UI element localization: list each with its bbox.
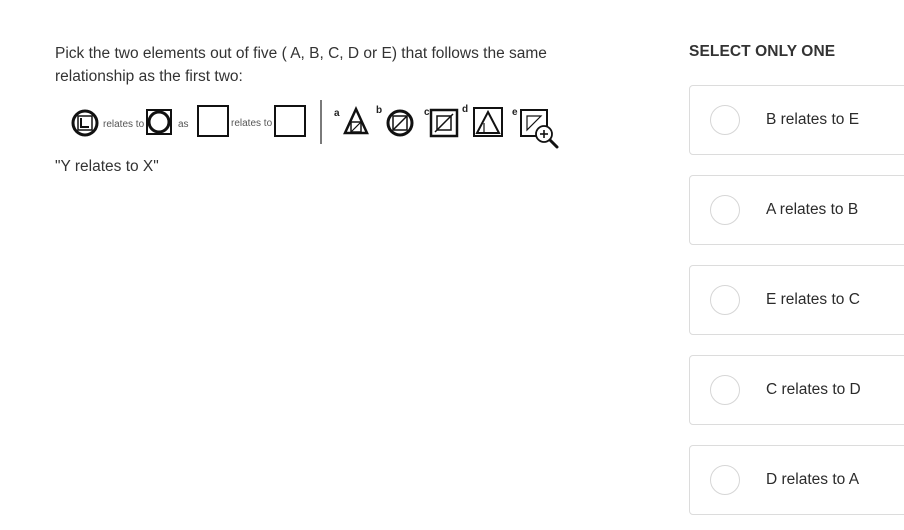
radio-button[interactable] <box>710 285 740 315</box>
relates-to-label-2: relates to <box>231 118 273 129</box>
option-b-relates-to-e[interactable]: B relates to E <box>689 85 904 155</box>
figure-letter-c: c <box>424 107 430 118</box>
question-figure: relates to as relates to a b c d e <box>68 98 563 150</box>
option-a-shape <box>343 105 369 135</box>
option-d-relates-to-a[interactable]: D relates to A <box>689 445 904 515</box>
figure-letter-e: e <box>512 107 518 118</box>
option-e-relates-to-c[interactable]: E relates to C <box>689 265 904 335</box>
option-label: D relates to A <box>766 471 860 488</box>
radio-button[interactable] <box>710 465 740 495</box>
as-label: as <box>178 119 189 130</box>
figure-letter-b: b <box>376 105 382 116</box>
option-label: B relates to E <box>766 111 860 128</box>
option-c-relates-to-d[interactable]: C relates to D <box>689 355 904 425</box>
option-a-relates-to-b[interactable]: A relates to B <box>689 175 904 245</box>
option-d-shape <box>473 107 503 137</box>
option-label: C relates to D <box>766 381 861 398</box>
empty-square-2 <box>274 105 306 137</box>
zoom-in-icon[interactable] <box>535 125 559 149</box>
option-c-shape <box>429 108 459 138</box>
panel-title: SELECT ONLY ONE <box>689 43 836 60</box>
radio-button[interactable] <box>710 375 740 405</box>
relates-to-label-1: relates to <box>103 119 145 130</box>
option-label: A relates to B <box>766 201 859 218</box>
question-text: Pick the two elements out of five ( A, B… <box>55 45 547 85</box>
figure-letter-d: d <box>462 104 468 115</box>
option-b-shape <box>386 109 414 137</box>
square-circle-shape <box>146 109 172 135</box>
radio-button[interactable] <box>710 105 740 135</box>
circle-l-shape <box>71 109 99 137</box>
hint-text: "Y relates to X" <box>55 158 159 175</box>
empty-square-1 <box>197 105 229 137</box>
option-label: E relates to C <box>766 291 860 308</box>
figure-letter-a: a <box>334 108 340 119</box>
radio-button[interactable] <box>710 195 740 225</box>
